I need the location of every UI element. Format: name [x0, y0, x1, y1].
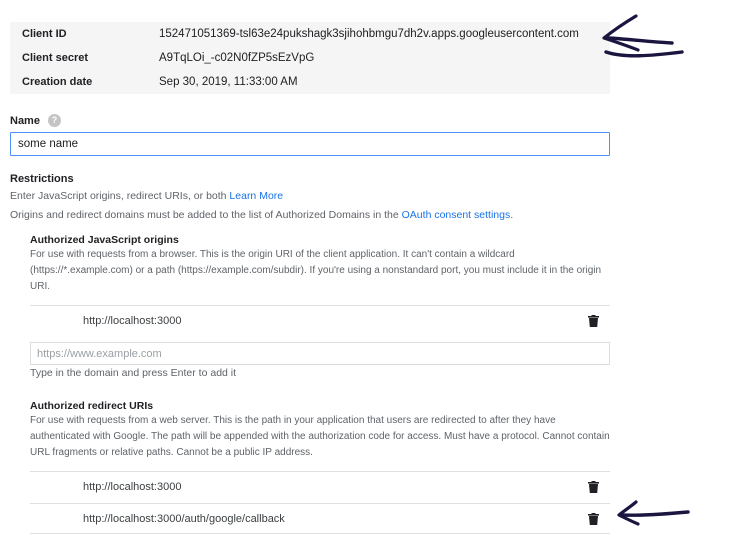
origins-note-end: .	[510, 209, 514, 221]
trash-icon[interactable]	[588, 512, 599, 525]
js-origin-uri: http://localhost:3000	[83, 315, 182, 327]
js-origins-title: Authorized JavaScript origins	[30, 234, 179, 246]
help-icon[interactable]: ?	[47, 114, 61, 127]
annotation-arrow-top	[602, 14, 684, 58]
js-origins-desc: For use with requests from a browser. Th…	[30, 249, 602, 292]
js-origin-row: http://localhost:3000	[30, 305, 610, 336]
redirect-uri: http://localhost:3000	[83, 481, 182, 493]
redirect-uri-row: http://localhost:3000	[30, 471, 610, 502]
origins-note-text: Origins and redirect domains must be add…	[10, 209, 402, 221]
client-id-row: Client ID 152471051369-tsl63e24pukshagk3…	[10, 22, 610, 46]
client-secret-value: A9TqLOi_-c02N0fZP5sEzVpG	[159, 52, 315, 64]
client-info-table: Client ID 152471051369-tsl63e24pukshagk3…	[10, 22, 610, 94]
js-origins-section: Authorized JavaScript origins For use wi…	[30, 234, 610, 295]
creation-date-value: Sep 30, 2019, 11:33:00 AM	[159, 76, 298, 88]
learn-more-link[interactable]: Learn More	[229, 190, 283, 202]
restrictions-title: Restrictions	[10, 173, 74, 185]
redirect-uri: http://localhost:3000/auth/google/callba…	[83, 512, 285, 525]
creation-date-row: Creation date Sep 30, 2019, 11:33:00 AM	[10, 70, 610, 94]
name-label-text: Name	[10, 114, 40, 127]
client-secret-label: Client secret	[22, 52, 89, 64]
js-origin-url-input[interactable]	[30, 342, 610, 365]
oauth-consent-link[interactable]: OAuth consent settings	[402, 209, 511, 221]
js-origin-input-hint: Type in the domain and press Enter to ad…	[30, 367, 237, 379]
trash-icon[interactable]	[588, 481, 599, 493]
name-input[interactable]	[10, 132, 610, 156]
restrictions-desc-text: Enter JavaScript origins, redirect URIs,…	[10, 190, 230, 202]
trash-icon[interactable]	[588, 315, 599, 327]
redirect-uri-row: http://localhost:3000/auth/google/callba…	[30, 503, 610, 534]
redirect-uris-title: Authorized redirect URIs	[30, 400, 154, 412]
client-id-label: Client ID	[22, 28, 67, 40]
redirect-uris-section: Authorized redirect URIs For use with re…	[30, 400, 610, 461]
annotation-arrow-bottom	[617, 500, 690, 526]
origins-note: Origins and redirect domains must be add…	[10, 209, 513, 221]
name-label: Name ?	[10, 114, 61, 127]
client-secret-row: Client secret A9TqLOi_-c02N0fZP5sEzVpG	[10, 46, 610, 70]
creation-date-label: Creation date	[22, 76, 93, 88]
redirect-uris-desc: For use with requests from a web server.…	[30, 415, 610, 458]
client-id-value: 152471051369-tsl63e24pukshagk3sjihohbmgu…	[159, 28, 579, 40]
restrictions-desc: Enter JavaScript origins, redirect URIs,…	[10, 190, 283, 202]
